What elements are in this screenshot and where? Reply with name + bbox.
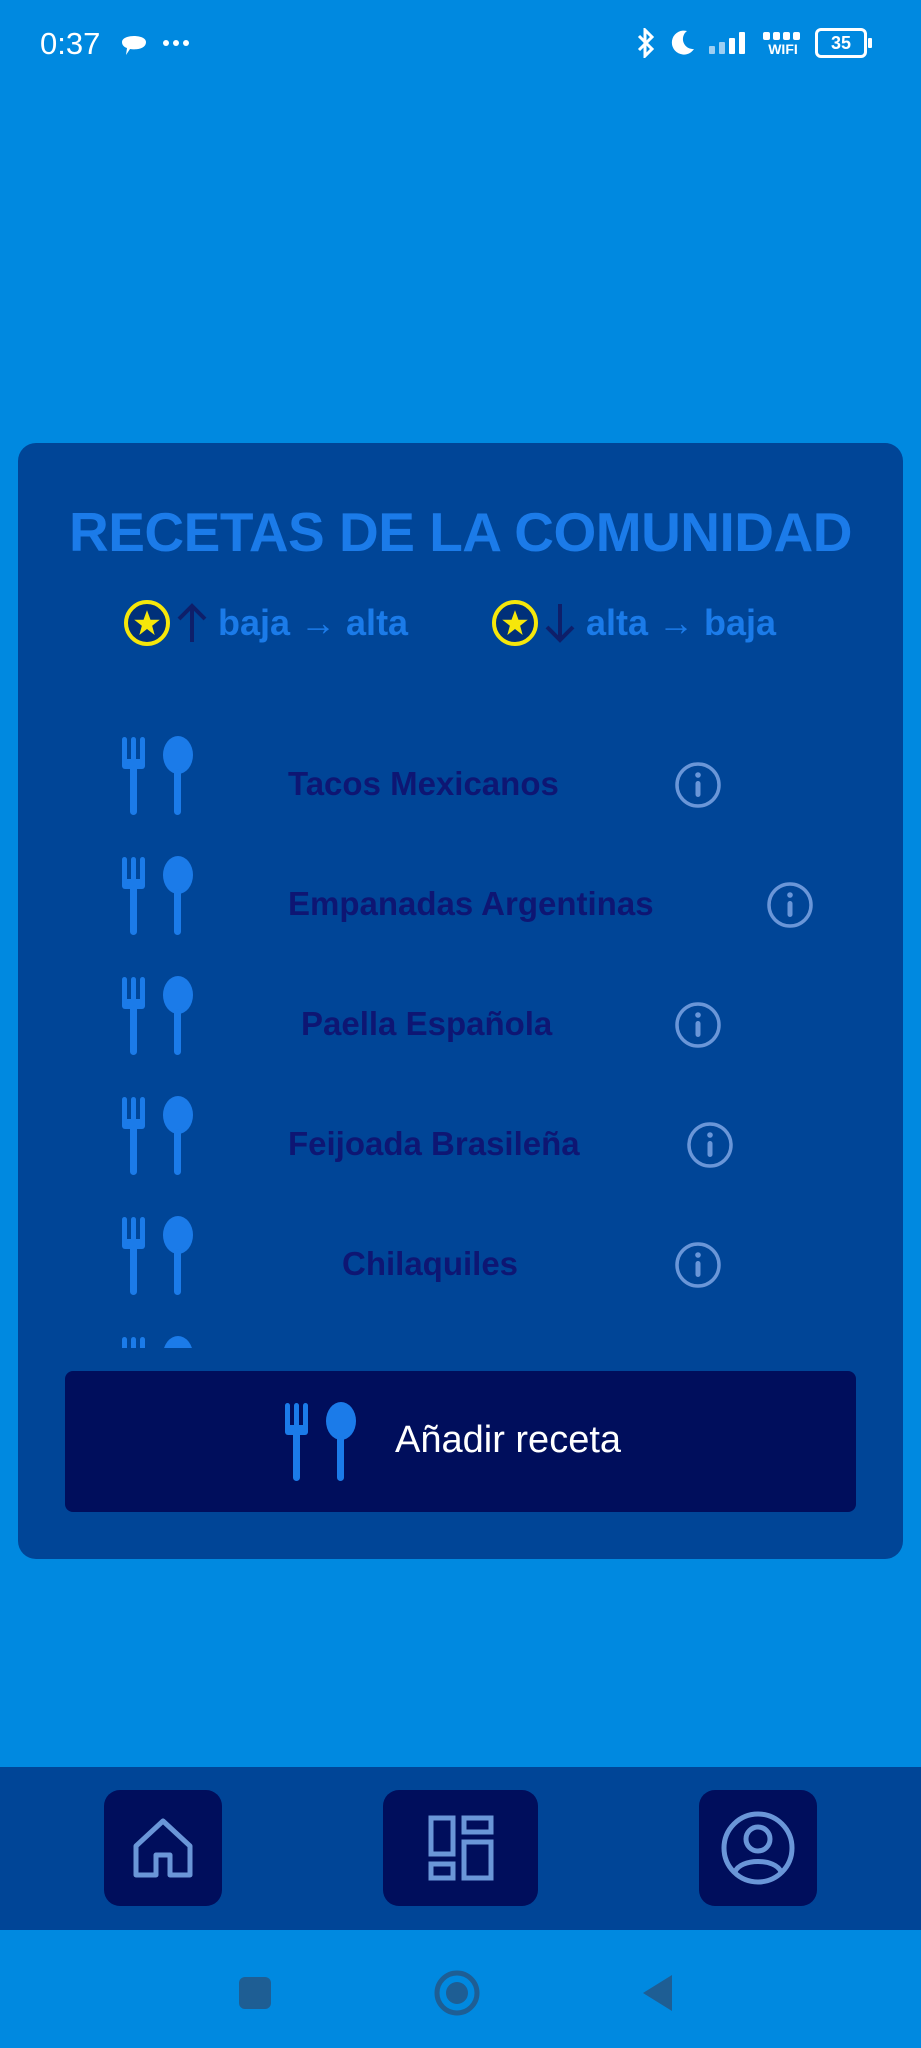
sort-ascending-button[interactable]: baja → alta <box>122 596 408 650</box>
arrow-down-icon <box>545 604 575 643</box>
fork-spoon-icon <box>122 1096 193 1175</box>
nav-profile-button[interactable] <box>699 1790 817 1906</box>
add-recipe-button[interactable]: Añadir receta <box>65 1371 856 1512</box>
recipe-row[interactable]: Tacos Mexicanos <box>18 735 903 835</box>
back-button[interactable] <box>638 1972 678 2014</box>
nav-home-button[interactable] <box>104 1790 222 1906</box>
info-icon[interactable] <box>766 881 814 929</box>
fork-spoon-icon <box>122 976 193 1055</box>
wifi-label: WIFI <box>768 41 798 57</box>
signal-icon <box>709 32 745 54</box>
recipe-name: Chilaquiles <box>342 1245 519 1282</box>
info-icon[interactable] <box>674 1241 722 1289</box>
home-button[interactable] <box>432 1968 482 2018</box>
fork-spoon-icon <box>122 1216 193 1295</box>
profile-icon <box>721 1811 795 1885</box>
recipe-row[interactable]: Paella Española <box>18 975 903 1075</box>
bottom-nav <box>0 1767 921 1930</box>
star-icon <box>124 600 170 646</box>
sort-ascending-label: baja → alta <box>218 602 409 643</box>
star-icon <box>492 600 538 646</box>
info-icon[interactable] <box>674 761 722 809</box>
battery-level: 35 <box>830 33 852 53</box>
recipe-name: Empanadas Argentinas <box>288 885 654 922</box>
recipe-name: Tacos Mexicanos <box>288 765 559 802</box>
sort-descending-label: alta → baja <box>586 602 777 643</box>
sort-descending-button[interactable]: alta → baja <box>490 596 776 650</box>
fork-spoon-icon <box>122 1336 192 1348</box>
recipe-name: Paella Española <box>301 1005 553 1042</box>
recipe-row[interactable]: Chilaquiles <box>18 1215 903 1315</box>
recipe-row[interactable]: Empanadas Argentinas <box>18 855 903 955</box>
add-recipe-label: Añadir receta <box>395 1419 622 1461</box>
page-title: RECETAS DE LA COMUNIDAD <box>69 501 852 563</box>
battery-icon: 35 <box>815 28 872 58</box>
info-icon[interactable] <box>686 1121 734 1169</box>
status-right-icons: WIFI 35 <box>635 28 872 58</box>
more-dots-icon <box>163 40 189 46</box>
status-bar: 0:37 WIFI 35 <box>0 0 921 92</box>
recipe-name: Feijoada Brasileña <box>288 1125 580 1162</box>
wifi-icon: WIFI <box>761 30 805 56</box>
info-icon[interactable] <box>674 1001 722 1049</box>
arrow-up-icon <box>177 603 207 642</box>
recipe-list[interactable]: Tacos Mexicanos Empanadas Argentinas Pae… <box>18 700 903 1348</box>
fork-spoon-icon <box>285 1402 356 1481</box>
home-icon <box>133 1818 193 1878</box>
dashboard-icon <box>428 1815 493 1881</box>
nav-dashboard-button[interactable] <box>383 1790 538 1906</box>
system-nav <box>0 1930 921 2048</box>
moon-icon <box>671 30 694 55</box>
recipe-row-partial[interactable] <box>18 1335 903 1348</box>
fork-spoon-icon <box>122 856 193 935</box>
recents-button[interactable] <box>236 1974 274 2012</box>
fork-spoon-icon <box>122 736 193 815</box>
chat-bubble-icon <box>122 36 146 55</box>
status-time: 0:37 <box>40 26 101 61</box>
bluetooth-icon <box>637 28 655 58</box>
recipe-row[interactable]: Feijoada Brasileña <box>18 1095 903 1195</box>
status-left-icons <box>120 30 210 65</box>
